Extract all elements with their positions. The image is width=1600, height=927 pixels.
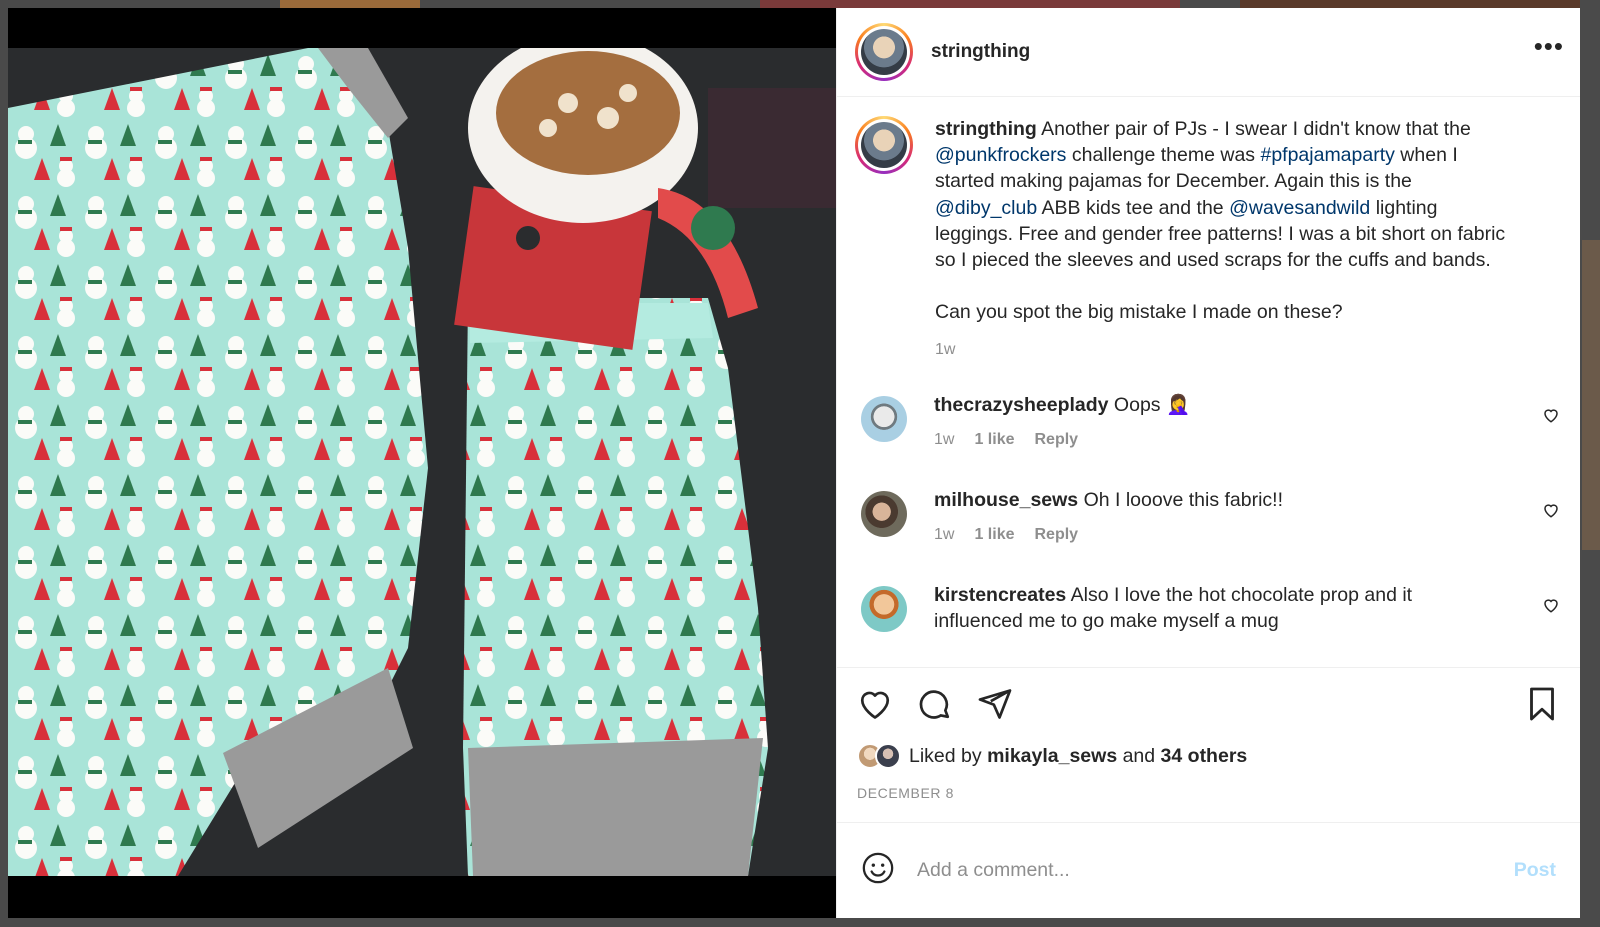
post-side-panel: stringthing ••• stringthing Another pair… — [836, 8, 1580, 918]
liked-by-line: Liked by mikayla_sews and 34 others — [857, 743, 1562, 769]
post-actions: Liked by mikayla_sews and 34 others DECE… — [837, 667, 1580, 801]
post-caption: stringthing Another pair of PJs - I swea… — [855, 98, 1562, 364]
comment-username[interactable]: thecrazysheeplady — [934, 394, 1109, 416]
mention-link[interactable]: @diby_club — [935, 197, 1037, 219]
bookmark-icon[interactable] — [1526, 686, 1558, 727]
post-button[interactable]: Post — [1514, 859, 1556, 882]
comment-bubble-icon[interactable] — [917, 686, 953, 727]
background-thumbnail — [760, 0, 1180, 8]
caption-username[interactable]: stringthing — [935, 118, 1037, 140]
share-send-icon[interactable] — [977, 686, 1013, 727]
more-horizontal-icon[interactable]: ••• — [1534, 33, 1564, 71]
reply-button[interactable]: Reply — [1034, 427, 1078, 453]
pajamas-photo — [8, 48, 836, 876]
post-modal: stringthing ••• stringthing Another pair… — [8, 8, 1580, 918]
author-username[interactable]: stringthing — [931, 41, 1030, 63]
avatar-image — [861, 122, 907, 168]
commenter-avatar[interactable] — [861, 490, 907, 537]
post-date[interactable]: DECEMBER 8 — [857, 785, 1562, 801]
heart-icon[interactable] — [1542, 501, 1560, 524]
post-header: stringthing ••• — [837, 8, 1580, 97]
liked-by-username[interactable]: mikayla_sews — [987, 745, 1117, 768]
author-avatar[interactable] — [855, 23, 913, 81]
like-heart-icon[interactable] — [857, 686, 893, 727]
caption-question: Can you spot the big mistake I made on t… — [935, 301, 1343, 324]
comment-username[interactable]: milhouse_sews — [934, 489, 1078, 511]
photo-pane — [8, 8, 836, 918]
comment-time[interactable]: 1w — [934, 522, 954, 548]
post-image[interactable] — [8, 48, 836, 876]
comments-scroll[interactable]: stringthing Another pair of PJs - I swea… — [837, 98, 1580, 666]
comment-text: Oops 🤦‍♀️ — [1108, 393, 1191, 416]
caption-body: stringthing Another pair of PJs - I swea… — [935, 116, 1515, 364]
reply-button[interactable]: Reply — [1034, 522, 1078, 548]
liker-avatar[interactable] — [875, 743, 901, 769]
comment-username[interactable]: kirstencreates — [934, 584, 1066, 606]
commenter-avatar[interactable] — [861, 395, 907, 442]
commenter-avatar[interactable] — [861, 585, 907, 632]
caption-text: stringthing Another pair of PJs - I swea… — [935, 118, 1506, 272]
mention-link[interactable]: @wavesandwild — [1229, 197, 1370, 219]
add-comment-input[interactable] — [917, 859, 1514, 882]
comment-time[interactable]: 1w — [934, 427, 954, 453]
emoji-smiley-icon[interactable] — [861, 851, 895, 890]
comment-item: kirstencreates Also I love the hot choco… — [855, 582, 1562, 634]
comment-item: milhouse_sews Oh I looove this fabric!! … — [855, 487, 1562, 548]
avatar-image — [861, 29, 907, 75]
caption-time[interactable]: 1w — [935, 337, 1515, 363]
mention-link[interactable]: @punkfrockers — [935, 144, 1066, 166]
comment-text: Oh I looove this fabric!! — [1078, 488, 1284, 511]
comment-like-count[interactable]: 1 like — [974, 522, 1014, 548]
comment-composer: Post — [837, 822, 1580, 918]
hashtag-link[interactable]: #pfpajamaparty — [1260, 144, 1394, 166]
background-thumbnail — [280, 0, 420, 8]
liked-by-others[interactable]: 34 others — [1161, 745, 1248, 768]
comment-like-count[interactable]: 1 like — [974, 427, 1014, 453]
background-thumbnail — [1240, 0, 1580, 8]
caption-avatar[interactable] — [855, 116, 913, 174]
heart-icon[interactable] — [1542, 596, 1560, 619]
comment-item: thecrazysheeplady Oops 🤦‍♀️ 1w 1 like Re… — [855, 392, 1562, 453]
heart-icon[interactable] — [1542, 406, 1560, 429]
background-thumbnail — [1582, 240, 1600, 550]
